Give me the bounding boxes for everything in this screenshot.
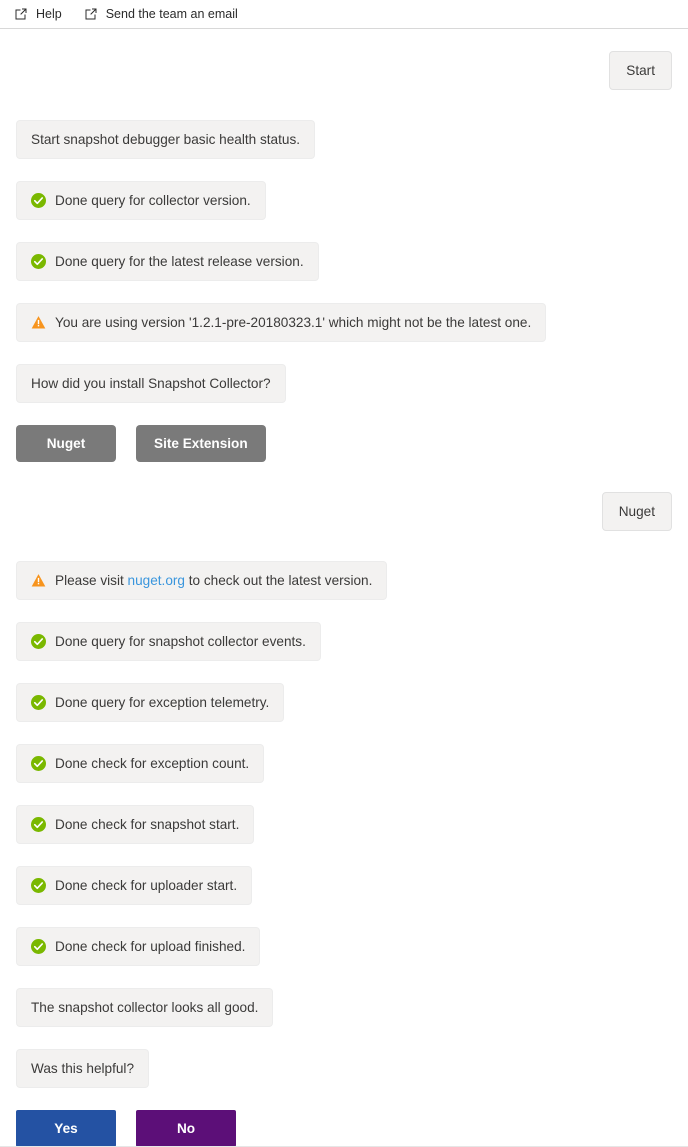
conversation-panel: Start Start snapshot debugger basic heal… (0, 29, 688, 1147)
send-team-email-link[interactable]: Send the team an email (84, 7, 238, 21)
start-row: Start (16, 51, 672, 90)
bot-message-text: Done check for exception count. (55, 756, 250, 771)
bot-message: Done query for collector version. (16, 181, 266, 220)
message-row: Done query for collector version. (16, 181, 672, 220)
success-check-icon (31, 756, 46, 771)
help-link-label: Help (36, 7, 62, 21)
top-toolbar: Help Send the team an email (0, 0, 688, 29)
external-link-icon (84, 7, 98, 21)
message-row: Please visit nuget.org to check out the … (16, 561, 672, 600)
bot-message-text: Done query for collector version. (55, 193, 251, 208)
bot-message: How did you install Snapshot Collector? (16, 364, 286, 403)
message-row: Done query for exception telemetry. (16, 683, 672, 722)
success-check-icon (31, 878, 46, 893)
bot-message: Done query for exception telemetry. (16, 683, 285, 722)
bot-message-text: Start snapshot debugger basic health sta… (31, 132, 301, 147)
success-check-icon (31, 193, 46, 208)
message-row: Done query for snapshot collector events… (16, 622, 672, 661)
bot-message-text: Done query for snapshot collector events… (55, 634, 306, 649)
success-check-icon (31, 634, 46, 649)
bot-message: Done check for upload finished. (16, 927, 261, 966)
bot-message: Done check for exception count. (16, 744, 265, 783)
bot-message-warning: You are using version '1.2.1-pre-2018032… (16, 303, 547, 342)
bot-message: Start snapshot debugger basic health sta… (16, 120, 316, 159)
bot-message-text: Please visit nuget.org to check out the … (55, 572, 372, 589)
message-row: The snapshot collector looks all good. (16, 988, 672, 1027)
success-check-icon (31, 939, 46, 954)
nuget-org-link[interactable]: nuget.org (128, 573, 185, 588)
external-link-icon (14, 7, 28, 21)
user-reply-nuget: Nuget (601, 492, 672, 531)
bot-message: Done check for snapshot start. (16, 805, 255, 844)
send-team-email-link-label: Send the team an email (105, 7, 238, 21)
feedback-row: Yes No (16, 1110, 672, 1147)
message-row: How did you install Snapshot Collector? (16, 364, 672, 403)
user-reply-row: Nuget (16, 492, 672, 531)
feedback-yes-button[interactable]: Yes (16, 1110, 116, 1147)
bot-message: The snapshot collector looks all good. (16, 988, 274, 1027)
bot-message: Done query for snapshot collector events… (16, 622, 321, 661)
success-check-icon (31, 695, 46, 710)
choice-row: Nuget Site Extension (16, 425, 672, 462)
bot-message-text: Done check for upload finished. (55, 939, 246, 954)
link-message-prefix: Please visit (55, 573, 128, 588)
help-link[interactable]: Help (14, 7, 62, 21)
message-row: You are using version '1.2.1-pre-2018032… (16, 303, 672, 342)
message-row: Done query for the latest release versio… (16, 242, 672, 281)
message-row: Start snapshot debugger basic health sta… (16, 120, 672, 159)
success-check-icon (31, 254, 46, 269)
bot-message: Was this helpful? (16, 1049, 150, 1088)
message-row: Was this helpful? (16, 1049, 672, 1088)
warning-triangle-icon (31, 315, 46, 330)
bot-message-text: The snapshot collector looks all good. (31, 1000, 259, 1015)
warning-triangle-icon (31, 573, 46, 588)
success-check-icon (31, 817, 46, 832)
bot-message-text: Done query for the latest release versio… (55, 254, 304, 269)
bot-message-text: Done check for snapshot start. (55, 817, 240, 832)
bot-message-text: Was this helpful? (31, 1061, 135, 1076)
link-message-suffix: to check out the latest version. (184, 573, 373, 588)
message-row: Done check for exception count. (16, 744, 672, 783)
bot-message-text: Done check for uploader start. (55, 878, 238, 893)
message-row: Done check for snapshot start. (16, 805, 672, 844)
message-row: Done check for upload finished. (16, 927, 672, 966)
choice-button-site-extension[interactable]: Site Extension (136, 425, 266, 462)
bot-message: Done check for uploader start. (16, 866, 253, 905)
start-button[interactable]: Start (609, 51, 672, 90)
choice-button-nuget[interactable]: Nuget (16, 425, 116, 462)
bot-message: Done query for the latest release versio… (16, 242, 319, 281)
bot-message-text: Done query for exception telemetry. (55, 695, 270, 710)
bot-message-text: You are using version '1.2.1-pre-2018032… (55, 315, 532, 330)
bot-message-text: How did you install Snapshot Collector? (31, 376, 271, 391)
feedback-no-button[interactable]: No (136, 1110, 236, 1147)
message-row: Done check for uploader start. (16, 866, 672, 905)
bot-message-link: Please visit nuget.org to check out the … (16, 561, 388, 600)
